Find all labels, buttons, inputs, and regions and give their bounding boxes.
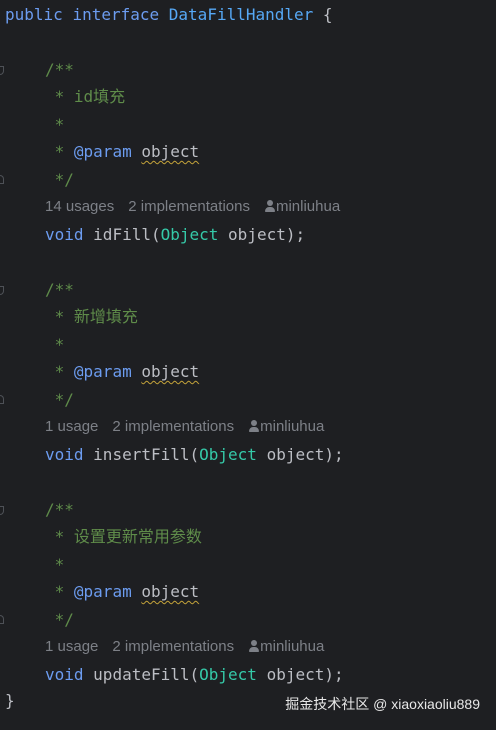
javadoc-close: */ — [45, 610, 74, 629]
param-type: Object — [199, 665, 257, 684]
return-type: void — [45, 445, 84, 464]
implementations-link[interactable]: 2 implementations — [128, 198, 250, 215]
implementations-link[interactable]: 2 implementations — [112, 418, 234, 435]
method-signature: void insertFill(Object object); — [45, 445, 344, 464]
inlay-hint: 14 usages 2 implementations minliuhua — [45, 197, 340, 217]
javadoc-star: * — [45, 582, 74, 601]
fold-open-icon[interactable] — [0, 286, 4, 295]
javadoc-star: * — [45, 362, 74, 381]
inlay-hint: 1 usage 2 implementations minliuhua — [45, 637, 324, 657]
author-link[interactable]: minliuhua — [260, 418, 324, 435]
javadoc-open: /** — [45, 280, 74, 299]
javadoc-param-tag: @param — [73, 362, 132, 381]
method-name: idFill — [93, 225, 151, 244]
javadoc-description: * 设置更新常用参数 — [45, 527, 202, 546]
interface-declaration: public interface DataFillHandler { — [5, 4, 333, 26]
signature-end: ); — [285, 225, 306, 244]
author-link[interactable]: minliuhua — [276, 198, 340, 215]
param-name: object — [266, 665, 325, 684]
signature-end: ); — [324, 445, 344, 464]
javadoc-open: /** — [45, 500, 74, 519]
keyword-public: public — [5, 5, 63, 24]
javadoc-blank-line: * — [45, 555, 65, 574]
user-icon — [248, 420, 260, 432]
javadoc-param-name: object — [141, 362, 200, 381]
author-link[interactable]: minliuhua — [260, 638, 324, 655]
return-type: void — [45, 225, 84, 244]
close-brace: } — [5, 691, 15, 710]
fold-close-icon[interactable] — [0, 615, 4, 624]
javadoc-close: */ — [45, 390, 74, 409]
usages-link[interactable]: 14 usages — [45, 198, 114, 215]
javadoc-close: */ — [45, 170, 74, 189]
javadoc-blank-line: * — [45, 115, 65, 134]
param-name: object — [228, 225, 286, 244]
fold-close-icon[interactable] — [0, 395, 4, 404]
javadoc-param-tag: @param — [73, 142, 132, 161]
fold-open-icon[interactable] — [0, 66, 4, 75]
method-name: updateFill — [93, 665, 190, 684]
javadoc-param-line: * @param object — [45, 141, 200, 163]
user-icon — [264, 200, 276, 212]
javadoc-open: /** — [45, 60, 74, 79]
javadoc-param-line: * @param object — [45, 361, 200, 383]
method-name: insertFill — [93, 445, 190, 464]
javadoc-param-line: * @param object — [45, 581, 200, 603]
javadoc-param-name: object — [141, 142, 200, 161]
keyword-interface: interface — [72, 5, 160, 24]
implementations-link[interactable]: 2 implementations — [112, 638, 234, 655]
javadoc-blank-line: * — [45, 335, 65, 354]
signature-end: ); — [324, 665, 344, 684]
fold-close-icon[interactable] — [0, 175, 4, 184]
inlay-hint: 1 usage 2 implementations minliuhua — [45, 417, 324, 437]
javadoc-param-name: object — [141, 582, 200, 601]
javadoc-description: * id填充 — [45, 87, 126, 106]
javadoc-description: * 新增填充 — [45, 307, 138, 326]
param-name: object — [266, 445, 325, 464]
return-type: void — [45, 665, 84, 684]
code-editor[interactable]: public interface DataFillHandler { /** *… — [0, 0, 496, 730]
usages-link[interactable]: 1 usage — [45, 418, 98, 435]
param-type: Object — [199, 445, 257, 464]
watermark: 掘金技术社区 @ xiaoxiaoliu889 — [285, 696, 480, 712]
interface-name: DataFillHandler — [168, 5, 314, 24]
javadoc-star: * — [45, 142, 74, 161]
method-signature: void updateFill(Object object); — [45, 665, 344, 684]
usages-link[interactable]: 1 usage — [45, 638, 98, 655]
javadoc-param-tag: @param — [73, 582, 132, 601]
user-icon — [248, 640, 260, 652]
method-signature: void idFill(Object object); — [45, 225, 306, 244]
param-type: Object — [160, 225, 219, 244]
fold-open-icon[interactable] — [0, 506, 4, 515]
open-brace: { — [322, 5, 333, 24]
